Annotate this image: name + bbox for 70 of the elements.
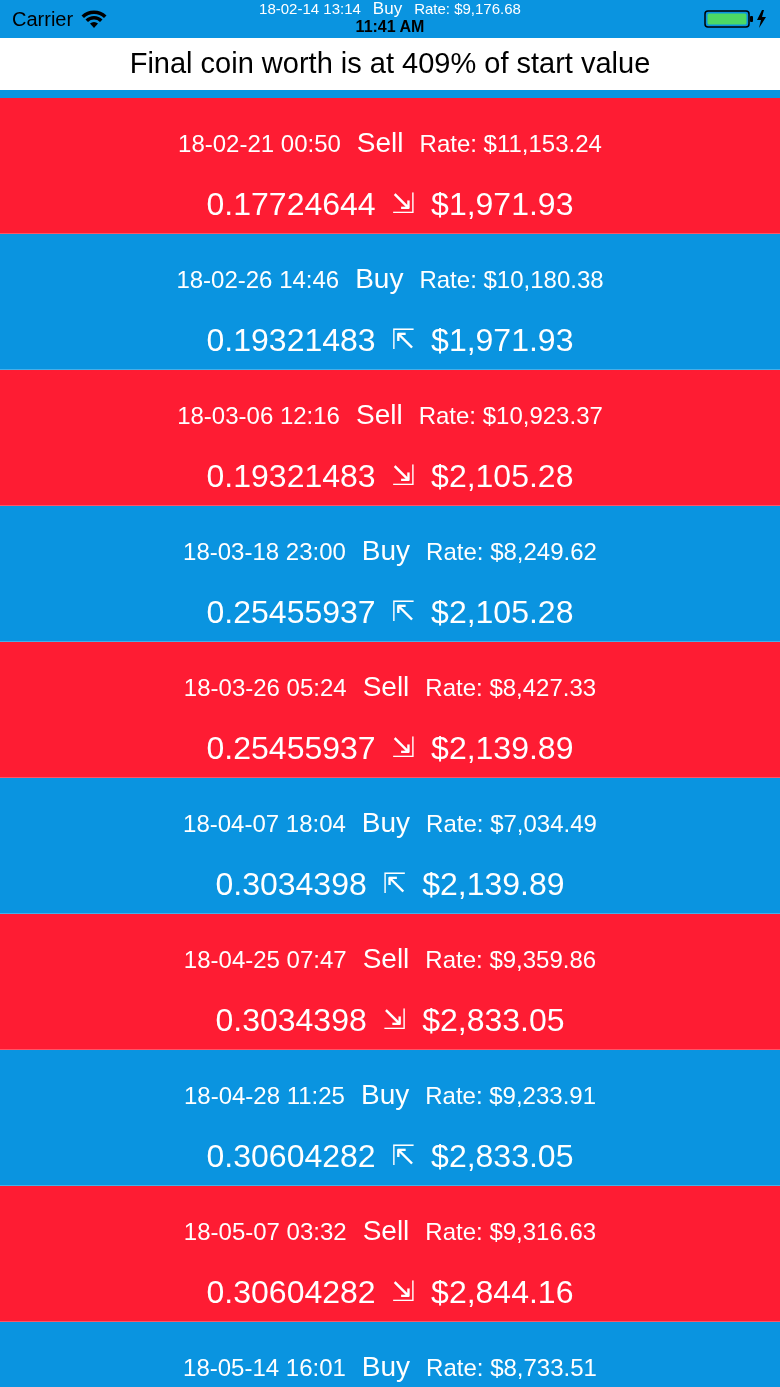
- trade-arrow: ⇱: [391, 322, 416, 358]
- trade-rate: Rate: $8,249.62: [426, 537, 597, 567]
- coin-amount: 0.25455937: [206, 729, 376, 768]
- dollar-value: $2,844.16: [431, 1273, 574, 1312]
- trade-rate: Rate: $11,153.24: [419, 129, 602, 159]
- trade-action: Buy: [355, 262, 404, 296]
- coin-amount: 0.3034398: [215, 865, 367, 904]
- trade-date: 18-04-28 11:25: [183, 1081, 345, 1111]
- trade-action: Sell: [362, 670, 410, 704]
- trade-date: 18-02-21 00:50: [178, 129, 341, 159]
- trade-rate: Rate: $8,733.51: [426, 1353, 597, 1383]
- dollar-value: $2,105.28: [431, 457, 574, 496]
- trade-action: Sell: [355, 398, 403, 432]
- trade-action: Buy: [361, 534, 411, 568]
- trade-rate: Rate: $9,316.63: [425, 1217, 597, 1247]
- dollar-value: $1,971.93: [431, 321, 574, 360]
- trade-arrow: ⇲: [391, 458, 416, 494]
- dollar-value: $2,833.05: [422, 1001, 565, 1040]
- trade-row[interactable]: 18-03-26 05:24 Sell Rate: $8,427.33 0.25455937 ⇲ $2,139.89: [0, 642, 780, 778]
- dollar-value: $2,105.28: [431, 593, 574, 632]
- battery-icon: [704, 9, 768, 29]
- dollar-value: $2,833.05: [431, 1137, 574, 1176]
- wifi-icon: [81, 9, 108, 29]
- coin-amount: 0.25455937: [206, 593, 376, 632]
- trade-rate: Rate: $8,427.33: [425, 673, 597, 703]
- trade-action: Buy: [361, 1350, 411, 1384]
- trade-date: 18-04-25 07:47: [183, 945, 347, 975]
- trade-rate: Rate: $10,923.37: [418, 401, 603, 431]
- trade-action: Sell: [356, 126, 404, 160]
- trade-date: 18-03-18 23:00: [183, 537, 346, 567]
- trade-date: 18-02-14 13:14: [259, 1, 361, 16]
- trade-rate: Rate: $10,180.38: [419, 265, 604, 295]
- coin-amount: 0.19321483: [206, 321, 376, 360]
- coin-amount: 0.19321483: [206, 457, 376, 496]
- coin-amount: 0.30604282: [206, 1137, 376, 1176]
- trade-rate: Rate: $9,176.68: [414, 1, 521, 16]
- trade-row[interactable]: 18-02-21 00:50 Sell Rate: $11,153.24 0.17724644 ⇲ $1,971.93: [0, 98, 780, 234]
- trade-date: 18-04-07 18:04: [183, 809, 346, 839]
- trade-arrow: ⇲: [391, 186, 416, 222]
- trade-row[interactable]: 18-03-06 12:16 Sell Rate: $10,923.37 0.19321483 ⇲ $2,105.28: [0, 370, 780, 506]
- trade-action: Sell: [362, 942, 410, 976]
- trade-row[interactable]: 18-05-07 03:32 Sell Rate: $9,316.63 0.30604282 ⇲ $2,844.16: [0, 1186, 780, 1322]
- trade-arrow: ⇱: [391, 1138, 416, 1174]
- trade-action: Buy: [372, 0, 403, 17]
- trade-action: Buy: [360, 1078, 410, 1112]
- coin-amount: 0.17724644: [206, 185, 376, 224]
- trade-action: Sell: [362, 1214, 410, 1248]
- trade-date: 18-03-26 05:24: [183, 673, 347, 703]
- trade-date: 18-05-14 16:01: [183, 1353, 346, 1383]
- trade-arrow: ⇲: [391, 1274, 416, 1310]
- dollar-value: $1,971.93: [431, 185, 574, 224]
- clock-time: 11:41 AM: [355, 19, 425, 35]
- trade-date: 18-03-06 12:16: [177, 401, 340, 431]
- coin-amount: 0.30604282: [206, 1273, 376, 1312]
- trade-arrow: ⇲: [391, 730, 416, 766]
- trade-arrow: ⇲: [382, 1002, 407, 1038]
- trade-rate: Rate: $7,034.49: [426, 809, 597, 839]
- dollar-value: $2,139.89: [422, 865, 565, 904]
- trade-date: 18-05-07 03:32: [183, 1217, 347, 1247]
- trade-action: Buy: [361, 806, 411, 840]
- trade-arrow: ⇱: [382, 866, 407, 902]
- trade-arrow: ⇱: [391, 594, 416, 630]
- trade-date: 18-02-26 14:46: [176, 265, 340, 295]
- carrier-label: Carrier: [12, 7, 74, 32]
- trade-rate: Rate: $9,359.86: [425, 945, 597, 975]
- coin-amount: 0.3034398: [215, 1001, 367, 1040]
- summary-text: Final coin worth is at 409% of start value: [129, 46, 651, 82]
- trade-rate: Rate: $9,233.91: [425, 1081, 597, 1111]
- trade-row[interactable]: 18-04-25 07:47 Sell Rate: $9,359.86 0.3034398 ⇲ $2,833.05: [0, 914, 780, 1050]
- dollar-value: $2,139.89: [431, 729, 574, 768]
